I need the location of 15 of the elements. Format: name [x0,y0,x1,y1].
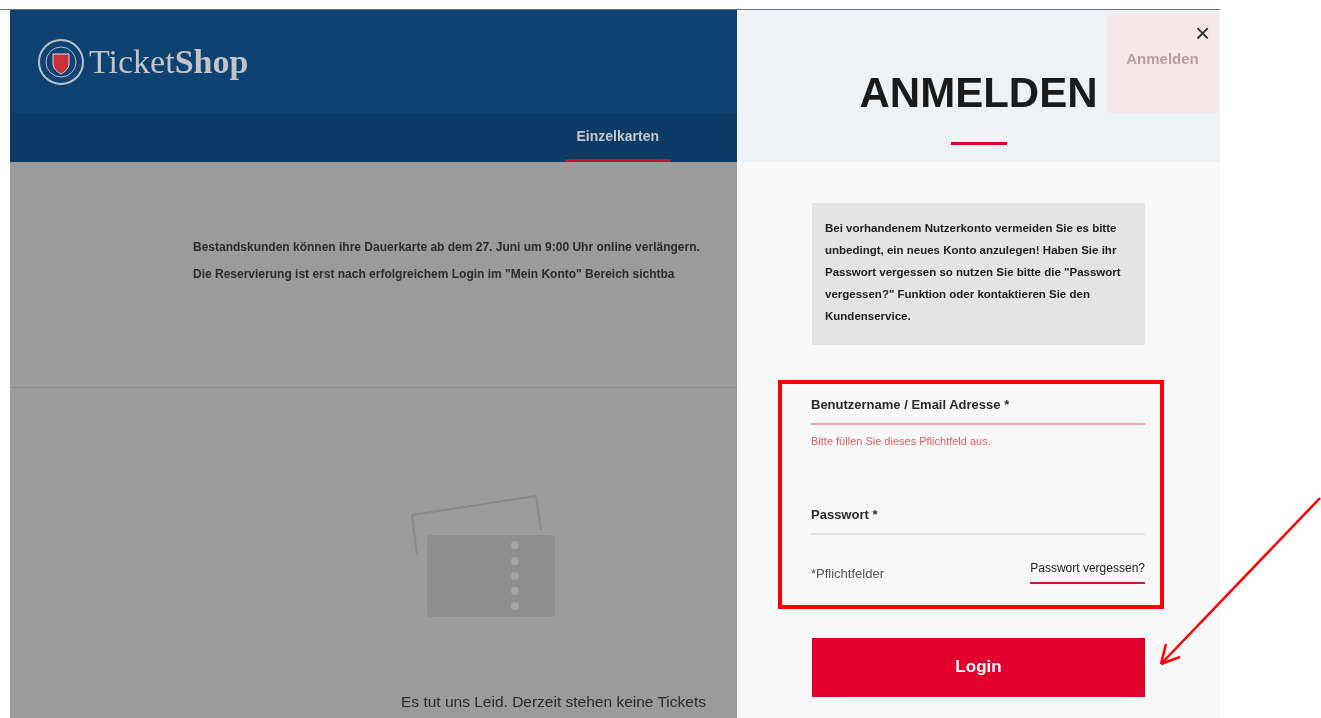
field-label: Benutzername / Email Adresse * [811,396,1011,414]
info-note: Bei vorhandenem Nutzerkonto vermeiden Sie es bitte unbedingt, ein neues Konto anzulegen! Haben Sie ihr Passwort vergessen so nutzen Sie bitte die "Passwort vergessen?" Funktion oder kontaktieren Sie den Kundenservice. [812,203,1145,345]
required-note: *Pflichtfelder [811,565,884,583]
notice-text: Die Reservierung ist erst nach erfolgreichem Login im "Mein Konto" Bereich sichtba [193,266,675,283]
login-button[interactable]: Login [812,637,1145,697]
ticketshop-logo[interactable]: TicketShop [89,44,249,79]
close-button[interactable]: × [1195,20,1211,46]
no-tickets-message: Es tut uns Leid. Derzeit stehen keine Tickets [401,692,706,712]
panel-title: ANMELDEN [859,72,1098,114]
field-label: Passwort * [811,506,879,524]
notice-text: Bestandskunden können ihre Dauerkarte ab dem 27. Juni um 9:00 Uhr online verlängern. [193,239,701,256]
forgot-password-link[interactable]: Passwort vergessen? [1030,558,1145,584]
tickets-icon [410,495,557,620]
error-message: Bitte füllen Sie dieses Pflichtfeld aus. [811,433,992,449]
nav-tab[interactable]: Einzelkarten [564,113,671,162]
